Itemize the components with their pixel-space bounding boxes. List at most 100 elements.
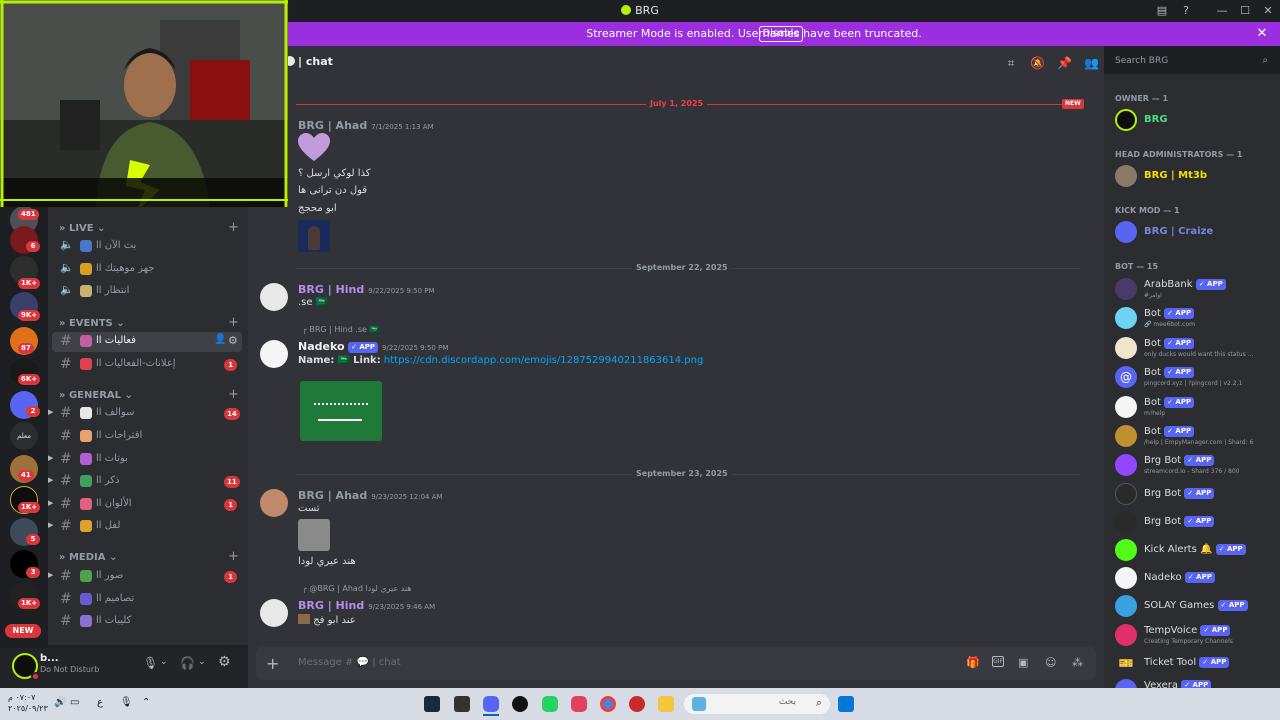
microphone-icon[interactable]: 🎙 [143,656,158,670]
system-clock[interactable]: ٠٧:٠٧ م ٢٠٢٥/٠٩/٢٣ [8,692,48,714]
gif-icon[interactable]: GIF [992,656,1004,667]
whatsapp-icon[interactable] [542,696,558,712]
minimize-button[interactable]: — [1213,3,1231,19]
add-channel-icon[interactable]: + [228,220,239,235]
text-channel[interactable]: # إعلانات-الفعاليات اا 1 [52,355,242,375]
chevron-up-icon[interactable]: ⌃ [142,697,150,708]
gear-icon[interactable]: ⚙ [228,334,238,347]
member-item[interactable]: ArabBank ✓ APP #اوامر [1115,278,1275,306]
server-icon[interactable]: معلم [10,422,38,450]
maximize-button[interactable]: ☐ [1236,3,1254,19]
app-icon[interactable] [629,696,645,712]
member-list-icon[interactable]: 👥 [1084,56,1099,70]
gear-icon[interactable]: ⚙ [218,654,231,670]
member-item[interactable]: Kick Alerts 🔔 ✓ APP [1115,539,1275,567]
avatar[interactable] [260,340,288,368]
file-explorer-icon[interactable] [658,696,674,712]
volume-icon[interactable]: 🔊 [54,697,66,708]
message-author[interactable]: Nadeko [298,340,345,353]
add-channel-icon[interactable]: + [228,549,239,564]
text-channel[interactable]: # اقتراحات اا [52,427,242,447]
steam-icon[interactable] [424,696,440,712]
text-channel[interactable]: ▶ # ذكر اا 11 [48,472,242,492]
inbox-icon[interactable]: ▤ [1153,3,1171,19]
member-item[interactable]: Bot ✓ APP/help | EmpyManager.com | Shard… [1115,425,1275,453]
saudi-flag-image[interactable] [300,381,382,441]
avatar[interactable] [260,489,288,517]
text-channel[interactable]: ▶ # لفل اا [48,517,242,537]
member-item[interactable]: BRG | Mt3b [1115,165,1275,193]
category-media[interactable]: » MEDIA ⌄ [59,552,117,563]
chevron-down-icon[interactable]: ⌄ [160,657,168,667]
add-channel-icon[interactable]: + [228,387,239,402]
help-icon[interactable]: ? [1177,3,1195,19]
sticker-image[interactable] [298,220,330,252]
banner-close-icon[interactable]: ✕ [1254,26,1270,42]
discord-icon[interactable] [483,696,499,712]
gift-icon[interactable]: 🎁 [966,656,980,669]
chrome-icon[interactable] [600,696,616,712]
message-author[interactable]: BRG | Ahad [298,489,367,502]
voice-channel[interactable]: 🔈 جهز موهيتك اا [52,260,242,280]
member-item[interactable]: @ Bot ✓ APP pingcord.xyz | ?pingcord | v2.… [1115,366,1275,394]
member-item[interactable]: Brg Bot ✓ APP [1115,483,1275,511]
windows-start-icon[interactable] [838,696,854,712]
member-item[interactable]: Bot ✓ APP 🔗 mee6bot.com [1115,307,1275,335]
app-badge-label: APP [1226,545,1243,553]
category-events[interactable]: » EVENTS ⌄ [59,318,125,329]
invite-icon[interactable]: 👤 [214,334,226,345]
avatar[interactable] [260,283,288,311]
microphone-icon[interactable]: 🎙 [120,697,133,708]
member-item[interactable]: Brg Bot ✓ APP [1115,511,1275,539]
text-channel[interactable]: # تصاميم اا [52,590,242,610]
network-icon[interactable]: ▭ [70,697,79,708]
text-channel[interactable]: ▶ # صور اا 1 [48,567,242,587]
member-item[interactable]: SOLAY Games ✓ APP [1115,595,1275,623]
message-author[interactable]: BRG | Hind [298,599,364,612]
add-channel-icon[interactable]: + [228,315,239,330]
text-channel[interactable]: # كليبات اا [52,612,242,632]
voice-channel[interactable]: 🔈 انتظار اا [52,282,242,302]
add-attachment-icon[interactable]: + [266,654,279,673]
text-channel-active[interactable]: # فعاليات اا 👤 ⚙ [52,332,242,352]
language-indicator[interactable]: ع [97,697,103,708]
category-general[interactable]: » GENERAL ⌄ [59,390,133,401]
attached-image[interactable] [298,519,330,551]
instagram-icon[interactable] [571,696,587,712]
avatar[interactable] [260,599,288,627]
chevron-down-icon[interactable]: ⌄ [198,657,206,667]
text-channel[interactable]: ▶ # بوتات اا [48,450,242,470]
pin-icon[interactable]: 📌 [1057,56,1072,70]
taskbar-search[interactable]: بحث ⌕ [684,694,830,714]
member-item[interactable]: BRG [1115,109,1275,137]
member-item[interactable]: 🎫 Ticket Tool ✓ APP [1115,652,1275,680]
reply-preview[interactable]: ╭ @BRG | Ahad هند عيري لودا [302,584,412,593]
reply-preview[interactable]: ╭ BRG | Hind .se 🇸🇦 [302,325,379,334]
message-author[interactable]: BRG | Ahad [298,119,367,132]
text-channel[interactable]: ▶ # سوالف اا 14 [48,404,242,424]
member-item[interactable]: Bot ✓ APP m!help [1115,396,1275,424]
member-item[interactable]: Vexera ✓ APP [1115,679,1275,688]
notification-bell-icon[interactable]: 🔕 [1030,56,1045,70]
headphones-icon[interactable]: 🎧 [180,656,195,670]
new-servers-badge[interactable]: NEW [5,624,41,638]
member-item[interactable]: Nadeko ✓ APP [1115,567,1275,595]
chatgpt-icon[interactable] [512,696,528,712]
member-item[interactable]: TempVoice ✓ APP Creating Temporary Channe… [1115,624,1275,652]
close-button[interactable]: ✕ [1259,3,1277,19]
emoji-icon[interactable]: ☺ [1045,656,1056,669]
member-item[interactable]: BRG | Craize [1115,221,1275,249]
capcut-icon[interactable] [454,696,470,712]
threads-icon[interactable]: ⌗ [1004,56,1018,70]
disable-streamer-mode-button[interactable]: Disable [759,26,803,42]
member-item[interactable]: Brg Bot ✓ APP streamcord.io - Shard 376 /… [1115,454,1275,482]
search-input[interactable]: Search BRG ⌕ [1109,53,1273,72]
sticker-icon[interactable]: ▣ [1018,656,1028,669]
apps-icon[interactable]: ⁂ [1072,656,1083,669]
member-item[interactable]: Bot ✓ APP only ducks would want this stat… [1115,337,1275,365]
message-link[interactable]: https://cdn.discordapp.com/emojis/128752… [384,355,703,366]
message-author[interactable]: BRG | Hind [298,283,364,296]
category-live[interactable]: » LIVE ⌄ [59,223,106,234]
text-channel[interactable]: ▶ # الألوان اا 1 [48,495,242,515]
voice-channel[interactable]: 🔈 بث الآن اا [52,237,242,257]
